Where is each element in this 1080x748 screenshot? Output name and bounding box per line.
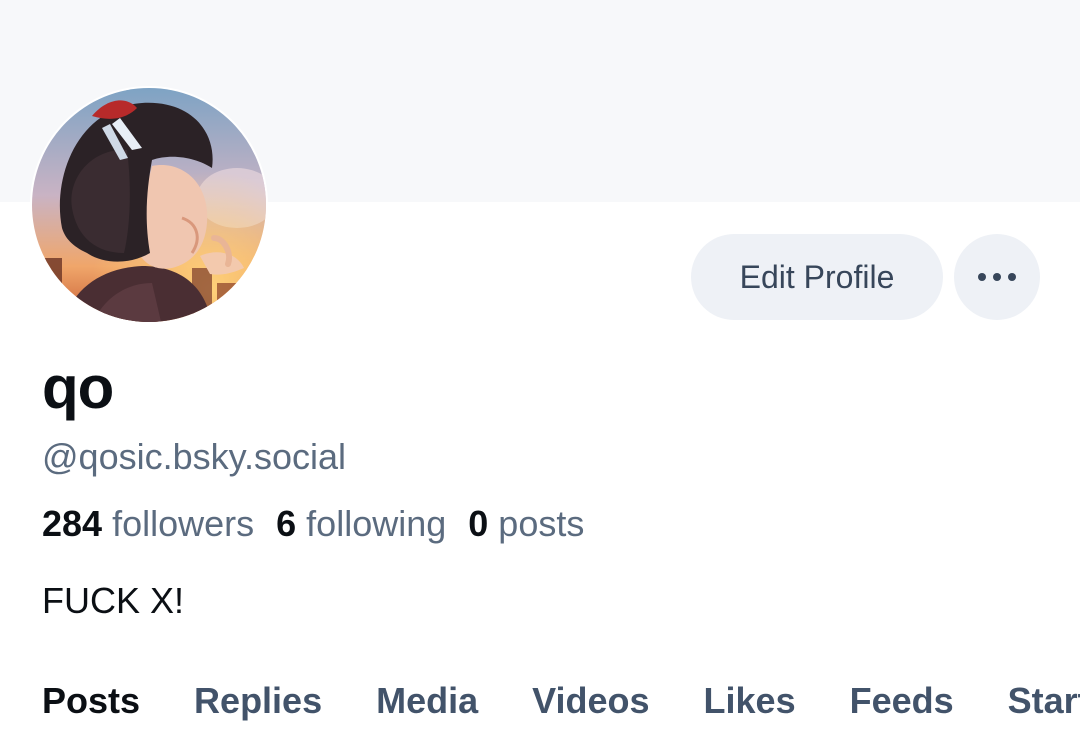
followers-count: 284 (42, 503, 103, 544)
following-stat[interactable]: 6 following (276, 501, 446, 547)
avatar[interactable] (30, 86, 268, 324)
profile-bio: FUCK X! (42, 580, 185, 621)
profile-tabs: Posts Replies Media Videos Likes Feeds S… (42, 676, 1080, 726)
more-options-button[interactable] (954, 234, 1040, 320)
profile-stats: 284 followers 6 following 0 posts (42, 501, 584, 547)
posts-label: posts (498, 503, 585, 544)
tab-starter-packs[interactable]: Starter Packs (1008, 676, 1080, 726)
ellipsis-icon (978, 273, 1016, 281)
tab-videos[interactable]: Videos (532, 676, 649, 726)
posts-count: 0 (468, 503, 489, 544)
followers-stat[interactable]: 284 followers (42, 501, 254, 547)
tab-feeds[interactable]: Feeds (850, 676, 954, 726)
following-label: following (306, 503, 447, 544)
profile-actions: Edit Profile (691, 234, 1040, 320)
avatar-image (32, 88, 266, 322)
followers-label: followers (112, 503, 255, 544)
edit-profile-button[interactable]: Edit Profile (691, 234, 943, 320)
display-name: qo (42, 354, 114, 421)
posts-stat: 0 posts (468, 501, 584, 547)
tab-posts[interactable]: Posts (42, 676, 140, 726)
following-count: 6 (276, 503, 297, 544)
profile-page: Edit Profile qo @qosic.bsky.social 284 fo… (0, 0, 1080, 748)
user-handle: @qosic.bsky.social (42, 436, 346, 477)
tab-likes[interactable]: Likes (704, 676, 796, 726)
tab-replies[interactable]: Replies (194, 676, 322, 726)
tab-media[interactable]: Media (376, 676, 478, 726)
